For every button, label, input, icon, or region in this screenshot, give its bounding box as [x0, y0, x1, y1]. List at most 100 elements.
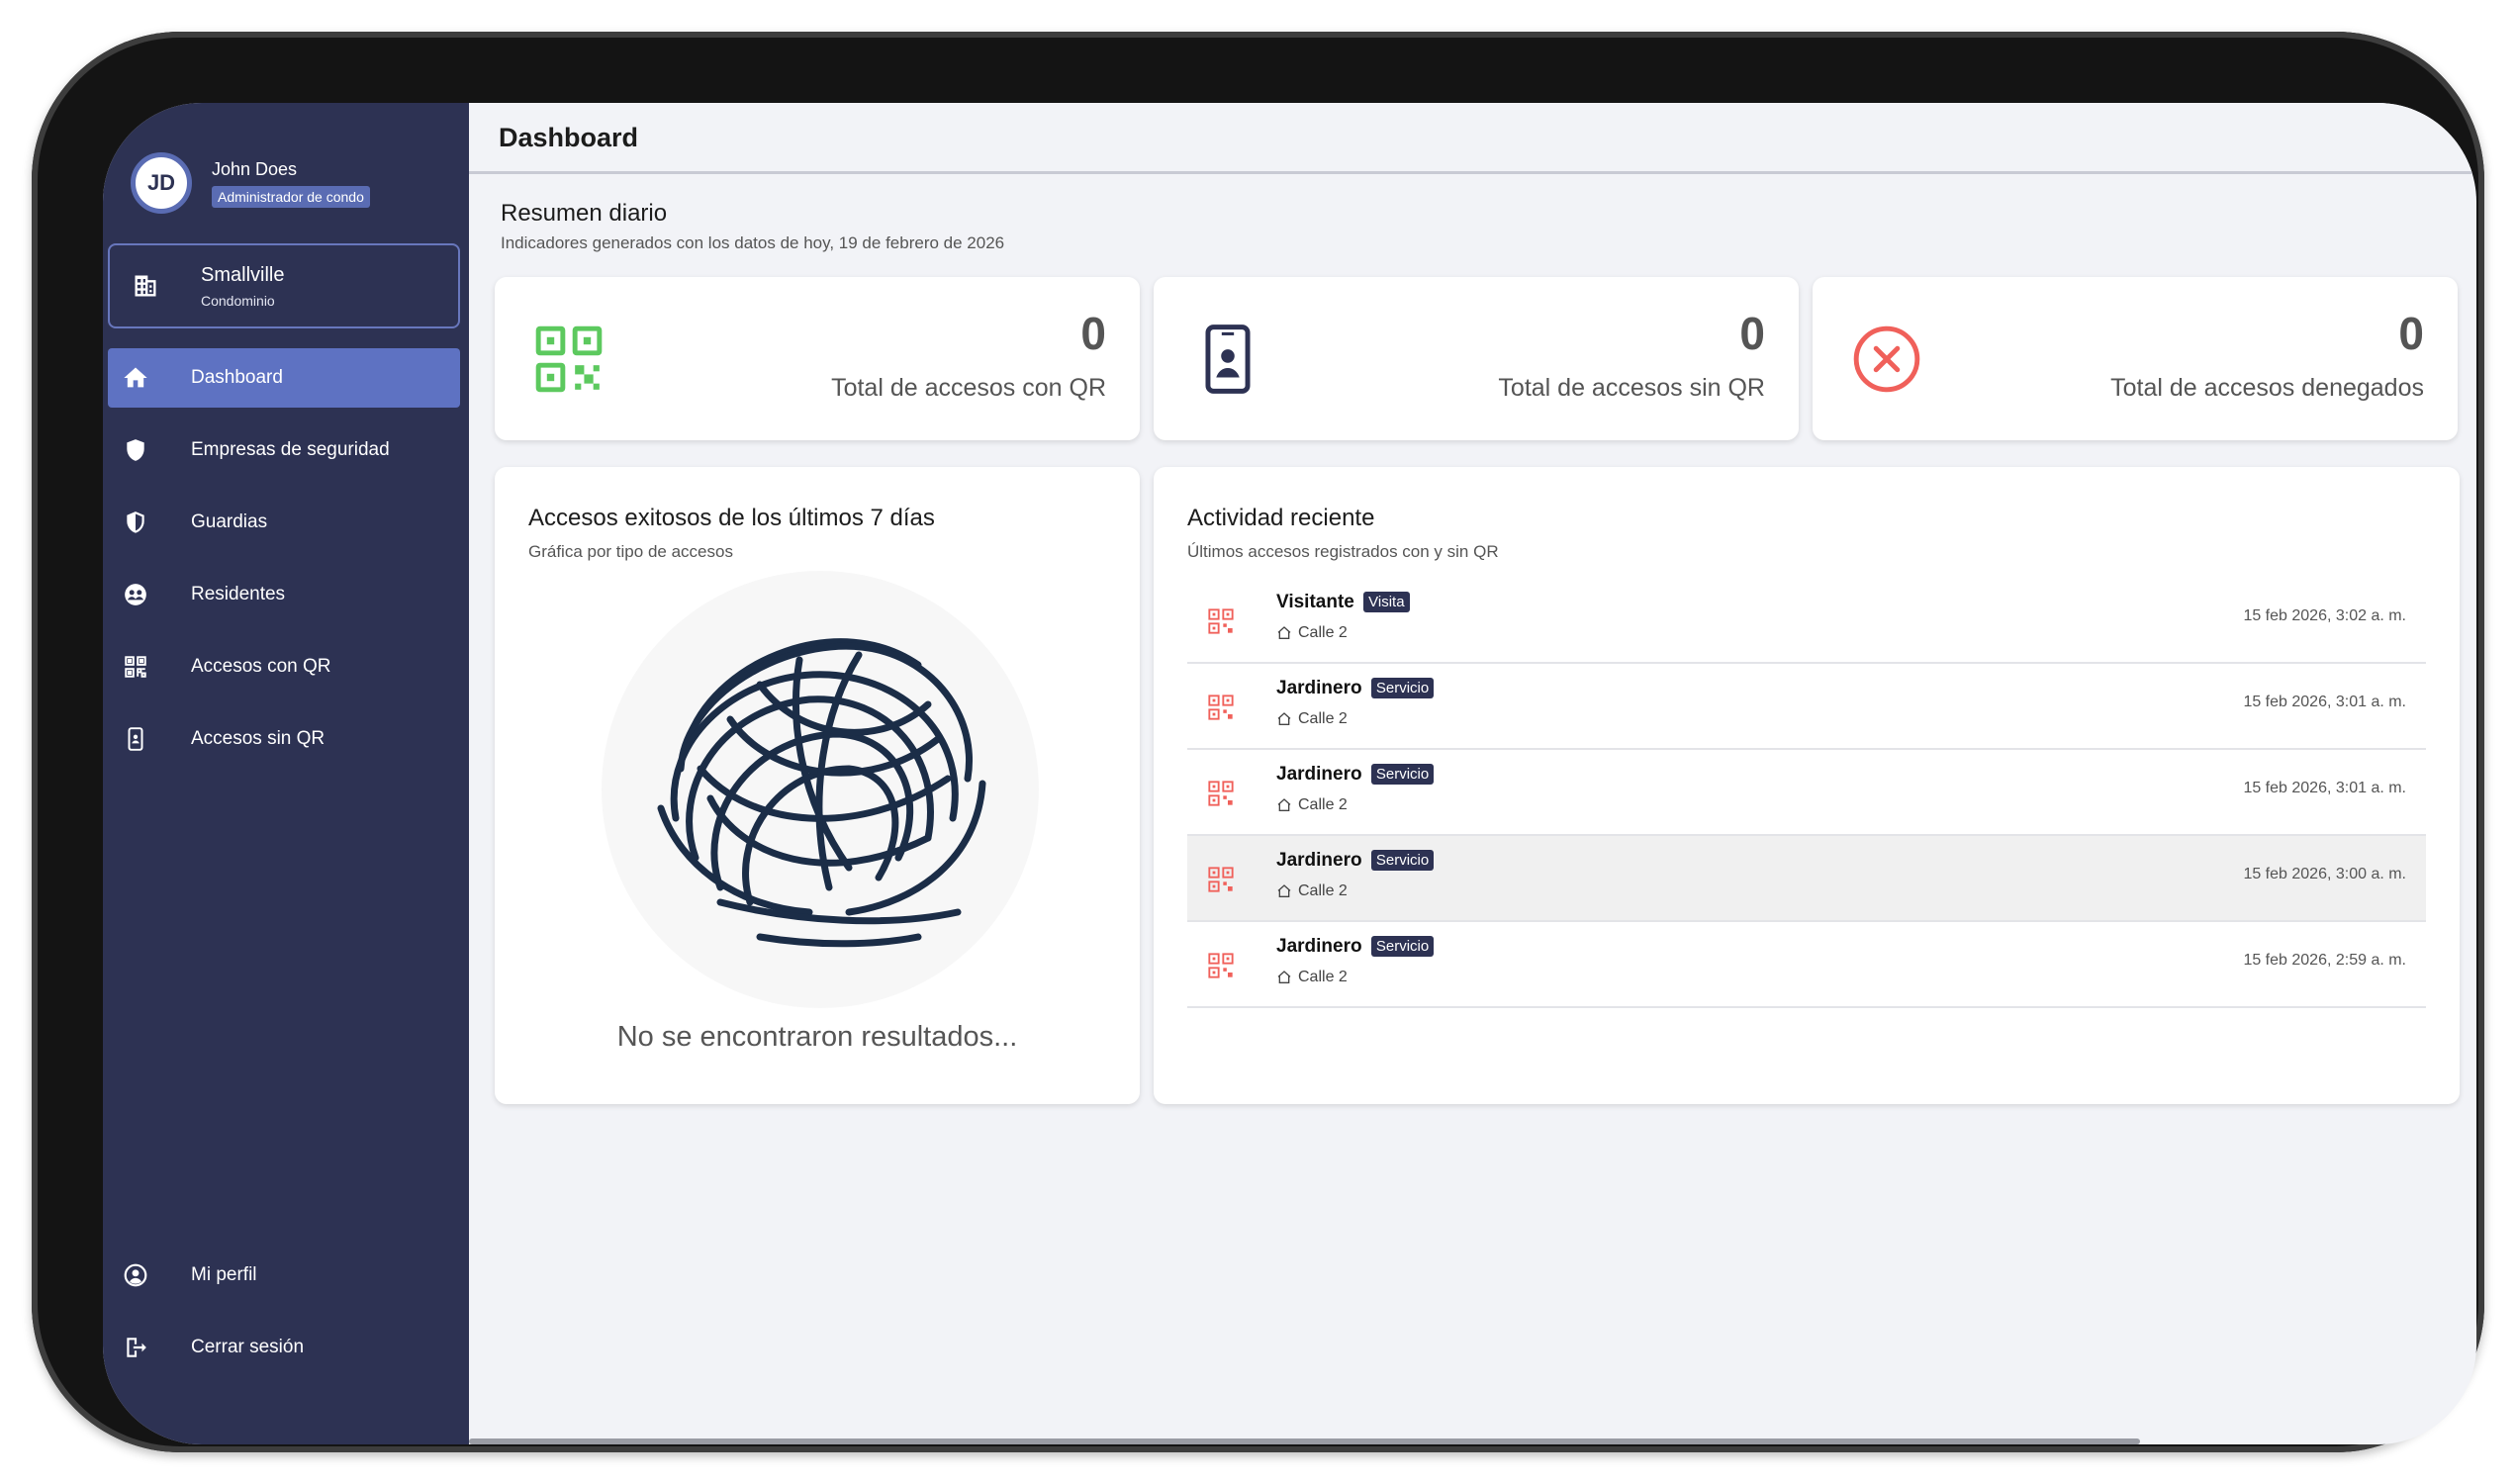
sidebar-item-accesos-qr[interactable]: Accesos con QR: [108, 637, 460, 696]
sidebar-item-label: Residentes: [191, 584, 286, 604]
empty-state-illustration: [602, 571, 1039, 1008]
half-shield-icon: [122, 509, 149, 536]
type-badge: Visita: [1363, 592, 1410, 612]
qr-icon: [1208, 695, 1234, 720]
activity-subtitle: Últimos accesos registrados con y sin QR: [1187, 542, 1499, 561]
sidebar-item-label: Accesos con QR: [191, 656, 331, 677]
chart-panel: Accesos exitosos de los últimos 7 días G…: [495, 467, 1140, 1104]
main-content: Dashboard Resumen diario Indicadores gen…: [469, 103, 2476, 1444]
qr-icon: [535, 325, 603, 393]
condo-name: Smallville: [201, 263, 285, 286]
activity-panel: Actividad reciente Últimos accesos regis…: [1154, 467, 2460, 1104]
role-badge: Administrador de condo: [212, 185, 370, 208]
summary-subtitle: Indicadores generados con los datos de h…: [501, 233, 1005, 252]
type-badge: Servicio: [1370, 936, 1435, 957]
stat-value: 0: [1739, 308, 1765, 359]
activity-address: Calle 2: [1276, 796, 1348, 814]
user-name: John Does: [212, 158, 298, 179]
sidebar-item-label: Empresas de seguridad: [191, 439, 390, 460]
sidebar-item-label: Cerrar sesión: [191, 1337, 305, 1357]
activity-address: Calle 2: [1276, 882, 1348, 900]
qr-icon: [1208, 608, 1234, 634]
activity-title: Actividad reciente: [1187, 505, 1375, 531]
sidebar: JD John Does Administrador de condo Smal…: [103, 103, 469, 1444]
home-outline-icon: [1277, 798, 1291, 811]
phone-badge-icon: [1205, 325, 1251, 394]
sidebar-item-residentes[interactable]: Residentes: [108, 565, 460, 624]
empty-state-text: No se encontraron resultados...: [616, 1021, 1018, 1053]
horizontal-scrollbar[interactable]: [469, 1438, 2140, 1444]
list-item[interactable]: Jardinero Servicio Calle 2 15 feb 2026, …: [1187, 750, 2426, 836]
shield-icon: [122, 436, 149, 464]
activity-time: 15 feb 2026, 3:01 a. m.: [2243, 780, 2406, 796]
building-icon: [135, 275, 156, 297]
stat-card-sin-qr: 0 Total de accesos sin QR: [1154, 277, 1799, 440]
activity-time: 15 feb 2026, 3:01 a. m.: [2243, 694, 2406, 710]
page-title: Dashboard: [499, 123, 639, 152]
activity-time: 15 feb 2026, 3:02 a. m.: [2243, 607, 2406, 624]
sidebar-item-dashboard[interactable]: Dashboard: [108, 348, 460, 408]
activity-address: Calle 2: [1276, 710, 1348, 728]
stat-card-qr: 0 Total de accesos con QR: [495, 277, 1140, 440]
activity-address: Calle 2: [1276, 969, 1348, 986]
activity-time: 15 feb 2026, 3:00 a. m.: [2243, 866, 2406, 882]
sidebar-item-guardias[interactable]: Guardias: [108, 493, 460, 552]
sidebar-item-empresas[interactable]: Empresas de seguridad: [108, 420, 460, 480]
sidebar-item-mi-perfil[interactable]: Mi perfil: [108, 1246, 460, 1305]
home-outline-icon: [1277, 626, 1291, 639]
sidebar-item-label: Guardias: [191, 511, 268, 532]
condo-selector[interactable]: Smallville Condominio: [108, 243, 460, 328]
qr-icon: [1208, 867, 1234, 892]
user-info: John Does Administrador de condo: [212, 159, 370, 208]
stat-label: Total de accesos con QR: [831, 374, 1106, 402]
sidebar-item-accesos-sin-qr[interactable]: Accesos sin QR: [108, 709, 460, 769]
activity-address: Calle 2: [1276, 624, 1348, 642]
activity-name: Jardinero Servicio: [1276, 936, 1435, 958]
qr-icon: [1208, 953, 1234, 978]
condo-type: Condominio: [201, 292, 275, 309]
activity-name: Jardinero Servicio: [1276, 850, 1435, 872]
activity-time: 15 feb 2026, 2:59 a. m.: [2243, 952, 2406, 969]
sidebar-item-cerrar-sesion[interactable]: Cerrar sesión: [108, 1318, 460, 1377]
home-outline-icon: [1277, 971, 1291, 983]
top-bar: Dashboard: [469, 103, 2476, 174]
avatar[interactable]: JD: [131, 152, 192, 214]
stat-value: 0: [1080, 308, 1106, 359]
stat-label: Total de accesos denegados: [2110, 374, 2424, 402]
sidebar-nav: Dashboard Empresas de seguridad Guardias: [108, 348, 460, 782]
cancel-circle-icon: [1853, 325, 1920, 393]
logout-icon: [122, 1334, 149, 1361]
qr-icon: [122, 653, 149, 681]
app-screen: JD John Does Administrador de condo Smal…: [103, 103, 2476, 1444]
tablet-frame: JD John Does Administrador de condo Smal…: [32, 32, 2484, 1452]
sidebar-item-label: Mi perfil: [191, 1264, 257, 1285]
list-item[interactable]: Jardinero Servicio Calle 2 15 feb 2026, …: [1187, 664, 2426, 750]
activity-list: Visitante Visita Calle 2 15 feb 2026, 3:…: [1187, 578, 2426, 1008]
home-icon: [122, 364, 149, 392]
list-item[interactable]: Jardinero Servicio Calle 2 15 feb 2026, …: [1187, 922, 2426, 1008]
activity-name: Jardinero Servicio: [1276, 678, 1435, 699]
chart-panel-subtitle: Gráfica por tipo de accesos: [528, 542, 733, 561]
home-outline-icon: [1277, 884, 1291, 897]
activity-name: Jardinero Servicio: [1276, 764, 1435, 786]
list-item[interactable]: Visitante Visita Calle 2 15 feb 2026, 3:…: [1187, 578, 2426, 664]
stat-card-denegados: 0 Total de accesos denegados: [1813, 277, 2458, 440]
stat-value: 0: [2398, 308, 2424, 359]
residents-icon: [122, 581, 149, 608]
user-profile[interactable]: JD John Does Administrador de condo: [131, 152, 370, 214]
type-badge: Servicio: [1370, 764, 1435, 785]
chart-panel-title: Accesos exitosos de los últimos 7 días: [528, 505, 935, 531]
sidebar-item-label: Accesos sin QR: [191, 728, 326, 749]
type-badge: Servicio: [1370, 850, 1435, 871]
stat-label: Total de accesos sin QR: [1498, 374, 1765, 402]
list-item[interactable]: Jardinero Servicio Calle 2 15 feb 2026, …: [1187, 836, 2426, 922]
home-outline-icon: [1277, 712, 1291, 725]
qr-icon: [1208, 781, 1234, 806]
summary-title: Resumen diario: [501, 200, 668, 227]
sidebar-item-label: Dashboard: [191, 367, 283, 388]
user-circle-icon: [122, 1261, 149, 1289]
phone-icon: [122, 725, 149, 753]
sidebar-bottom-nav: Mi perfil Cerrar sesión: [108, 1246, 460, 1390]
activity-name: Visitante Visita: [1276, 592, 1410, 613]
type-badge: Servicio: [1370, 678, 1435, 698]
